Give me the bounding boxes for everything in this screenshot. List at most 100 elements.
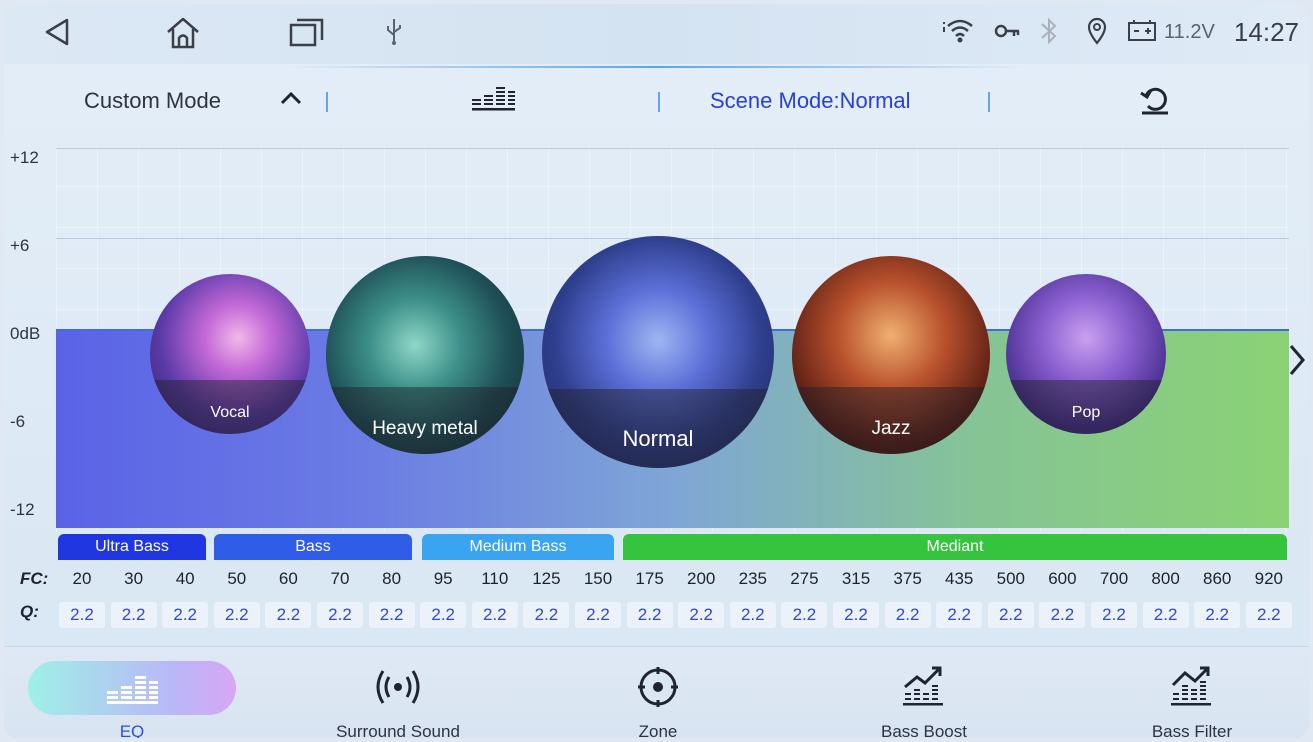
q-value[interactable]: 2.2 — [265, 602, 312, 628]
battery-icon — [1126, 16, 1158, 46]
q-value[interactable]: 2.2 — [1142, 602, 1189, 628]
nav-zone[interactable]: Zone — [558, 647, 758, 738]
location-icon — [1086, 16, 1108, 46]
q-value[interactable]: 2.2 — [523, 602, 570, 628]
usb-icon — [384, 16, 404, 46]
separator — [658, 92, 660, 112]
q-value[interactable]: 2.2 — [626, 602, 673, 628]
y-label-0db: 0dB — [10, 324, 41, 343]
mode-bar: Custom Mode Scene Mode:Normal — [4, 66, 1309, 132]
home-icon[interactable] — [164, 16, 202, 50]
reset-icon[interactable] — [1138, 84, 1172, 116]
fc-value[interactable]: 375 — [883, 569, 933, 589]
fc-value[interactable]: 50 — [212, 569, 262, 589]
fc-value[interactable]: 800 — [1141, 569, 1191, 589]
bass-filter-icon — [1169, 663, 1215, 712]
q-value[interactable]: 2.2 — [884, 602, 931, 628]
separator — [326, 92, 328, 112]
scene-heavy-metal[interactable]: Heavy metal — [326, 256, 524, 454]
fc-value[interactable]: 125 — [521, 569, 571, 589]
fc-value[interactable]: 920 — [1244, 569, 1294, 589]
q-value[interactable]: 2.2 — [1245, 602, 1292, 628]
fc-value[interactable]: 275 — [779, 569, 829, 589]
battery-voltage: 11.2V — [1164, 21, 1215, 43]
separator — [988, 92, 990, 112]
fc-value[interactable]: 500 — [986, 569, 1036, 589]
q-value[interactable]: 2.2 — [678, 602, 725, 628]
surround-sound-icon — [373, 665, 423, 714]
nav-surround-sound-label: Surround Sound — [336, 722, 460, 738]
scene-label: Jazz — [871, 418, 911, 439]
fc-value[interactable]: 110 — [470, 569, 520, 589]
q-value[interactable]: 2.2 — [368, 602, 415, 628]
fc-value[interactable]: 600 — [1037, 569, 1087, 589]
y-label-minus12: -12 — [10, 500, 35, 519]
nav-bass-boost[interactable]: Bass Boost — [824, 647, 1024, 738]
fc-value[interactable]: 235 — [728, 569, 778, 589]
scene-label: Normal — [622, 426, 694, 451]
clock: 14:27 — [1233, 17, 1299, 47]
nav-surround-sound[interactable]: Surround Sound — [298, 647, 498, 738]
fc-value[interactable]: 435 — [934, 569, 984, 589]
q-value[interactable]: 2.2 — [1091, 602, 1137, 628]
band-bass[interactable]: Bass — [214, 534, 412, 560]
scene-jazz[interactable]: Jazz — [792, 256, 990, 454]
fc-value[interactable]: 95 — [418, 569, 468, 589]
fc-value[interactable]: 315 — [831, 569, 881, 589]
band-mediant[interactable]: Mediant — [623, 534, 1287, 560]
scene-label: Vocal — [210, 404, 250, 421]
nav-bass-filter-label: Bass Filter — [1151, 722, 1233, 738]
scene-label: Heavy metal — [372, 418, 478, 439]
scene-vocal[interactable]: Vocal — [150, 274, 310, 434]
fc-value[interactable]: 860 — [1192, 569, 1242, 589]
band-row: Ultra Bass Bass Medium Bass Mediant — [4, 534, 1309, 560]
fc-value[interactable]: 70 — [315, 569, 365, 589]
q-value[interactable]: 2.2 — [575, 602, 621, 628]
scene-normal[interactable]: Normal — [542, 236, 774, 468]
q-value[interactable]: 2.2 — [936, 602, 983, 628]
q-value[interactable]: 2.2 — [420, 602, 467, 628]
q-value[interactable]: 2.2 — [729, 602, 776, 628]
q-value[interactable]: 2.2 — [317, 602, 363, 628]
fc-value[interactable]: 20 — [57, 569, 107, 589]
wifi-icon — [942, 16, 976, 46]
q-value[interactable]: 2.2 — [1194, 602, 1241, 628]
q-value[interactable]: 2.2 — [213, 602, 260, 628]
divider — [284, 66, 1029, 68]
nav-eq[interactable]: EQ — [28, 647, 236, 738]
bluetooth-icon — [1038, 16, 1060, 46]
q-value[interactable]: 2.2 — [987, 602, 1034, 628]
nav-bass-boost-label: Bass Boost — [881, 722, 967, 738]
chevron-right-icon[interactable] — [1287, 340, 1307, 385]
fc-value[interactable]: 200 — [676, 569, 726, 589]
q-value[interactable]: 2.2 — [781, 602, 828, 628]
bass-boost-icon — [901, 663, 947, 712]
gridline — [56, 148, 1289, 149]
band-medium-bass[interactable]: Medium Bass — [422, 534, 614, 560]
scene-mode-label[interactable]: Scene Mode:Normal — [710, 88, 911, 114]
q-row-label: Q: — [20, 602, 39, 621]
fc-value[interactable]: 40 — [160, 569, 210, 589]
nav-eq-label: EQ — [119, 722, 145, 738]
chevron-up-icon[interactable] — [278, 86, 304, 112]
fc-value[interactable]: 30 — [109, 569, 159, 589]
fc-value[interactable]: 80 — [367, 569, 417, 589]
scene-pop[interactable]: Pop — [1006, 274, 1166, 434]
eq-screen: 11.2V 14:27 Custom Mode Scene Mode:Norma… — [4, 4, 1309, 738]
q-value[interactable]: 2.2 — [59, 602, 105, 628]
q-value[interactable]: 2.2 — [471, 602, 518, 628]
equalizer-bars-icon[interactable] — [470, 86, 516, 112]
q-value[interactable]: 2.2 — [1039, 602, 1086, 628]
q-value[interactable]: 2.2 — [162, 602, 209, 628]
back-icon[interactable] — [42, 16, 72, 48]
recent-apps-icon[interactable] — [288, 16, 326, 48]
nav-bass-filter[interactable]: Bass Filter — [1092, 647, 1292, 738]
band-ultra-bass[interactable]: Ultra Bass — [58, 534, 206, 560]
custom-mode-label[interactable]: Custom Mode — [84, 88, 221, 114]
fc-value[interactable]: 700 — [1089, 569, 1139, 589]
fc-value[interactable]: 60 — [263, 569, 313, 589]
q-value[interactable]: 2.2 — [110, 602, 157, 628]
q-value[interactable]: 2.2 — [833, 602, 879, 628]
fc-value[interactable]: 175 — [625, 569, 675, 589]
fc-value[interactable]: 150 — [573, 569, 623, 589]
